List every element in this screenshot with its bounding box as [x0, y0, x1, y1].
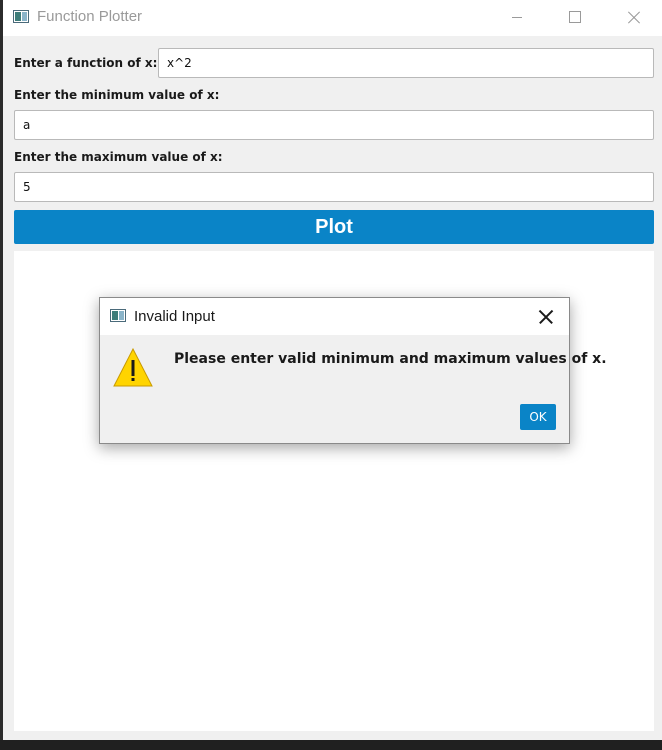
minimize-icon[interactable]	[494, 0, 540, 36]
dialog-message: Please enter valid minimum and maximum v…	[174, 351, 607, 367]
min-label: Enter the minimum value of x:	[14, 88, 220, 102]
dialog-close-icon[interactable]	[532, 303, 560, 331]
function-input[interactable]: x^2	[158, 48, 654, 78]
min-input[interactable]: a	[14, 110, 654, 140]
dialog-title: Invalid Input	[134, 308, 215, 325]
warning-icon	[113, 347, 153, 387]
window-title: Function Plotter	[37, 8, 143, 25]
ok-button[interactable]: OK	[520, 404, 556, 430]
taskbar-strip	[0, 740, 662, 750]
maximize-icon[interactable]	[552, 0, 598, 36]
max-input[interactable]: 5	[14, 172, 654, 202]
plot-button[interactable]: Plot	[14, 210, 654, 244]
dialog-app-icon	[110, 309, 126, 322]
dialog-title-bar: Invalid Input	[100, 298, 569, 335]
app-icon	[13, 10, 29, 23]
invalid-input-dialog: Invalid Input Please enter valid minimum…	[99, 297, 607, 444]
close-icon[interactable]	[610, 0, 656, 36]
title-bar: Function Plotter	[3, 0, 662, 36]
max-label: Enter the maximum value of x:	[14, 150, 223, 164]
function-label: Enter a function of x:	[14, 56, 158, 70]
